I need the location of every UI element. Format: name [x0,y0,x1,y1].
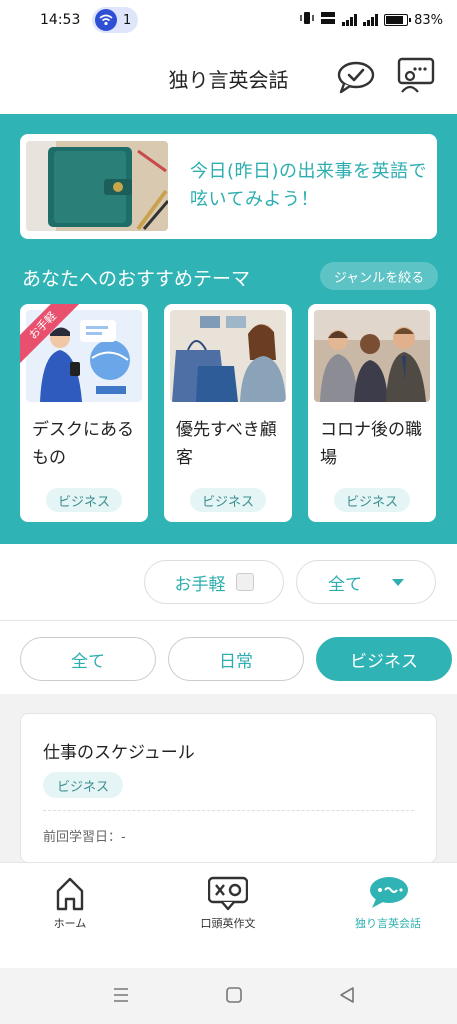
support-chat-icon[interactable] [396,56,438,98]
nav-label: 独り言英会話 [355,917,421,930]
genre-tag: ビジネス [43,772,123,798]
tab-all[interactable]: 全て [20,637,156,681]
divider [0,620,457,621]
signal-icon [363,14,379,26]
nav-label: ホーム [53,917,87,930]
speech-bubble-icon [207,875,249,911]
easy-filter-toggle[interactable]: お手軽 [144,560,284,604]
easy-checkbox[interactable] [235,573,254,591]
signal-4g-icon [342,14,358,26]
chevron-down-icon [392,578,404,586]
theme-card[interactable]: お手軽 デスクにあるもの ビジネス [20,304,148,522]
check-bubble-icon[interactable] [335,56,377,98]
hotspot-count: 1 [123,12,132,28]
battery-percent: 83% [414,12,443,28]
volte-icon [320,11,336,29]
level-dropdown-value: 全て [328,574,362,595]
section-title: あなたへのおすすめテーマ [22,268,251,290]
easy-filter-label: お手軽 [174,574,226,595]
prompt-banner[interactable]: 今日(昨日)の出来事を英語で呟いてみよう！ [20,134,437,239]
notebook-image [26,141,168,231]
tab-business[interactable]: ビジネス [316,637,452,681]
theme-card[interactable]: コロナ後の職場 ビジネス [308,304,436,522]
office-team-photo [314,310,430,402]
hotspot-indicator: 1 [92,7,138,33]
genre-filter-button[interactable]: ジャンルを絞る [320,262,438,290]
genre-tag: ビジネス [46,488,122,512]
tab-daily[interactable]: 日常 [168,637,304,681]
home-icon [50,875,90,911]
status-bar: 14:53 1 83% [0,0,457,40]
genre-tag: ビジネス [190,488,266,512]
wifi-hotspot-icon [95,9,117,31]
nav-oral-composition[interactable]: 口頭英作文 [158,875,298,931]
battery-icon [384,14,412,26]
last-studied: 前回学習日：- [43,830,126,845]
menu-icon[interactable] [112,986,130,1004]
card-title: コロナ後の職場 [320,420,422,468]
status-time: 14:53 [40,12,81,28]
card-title: デスクにあるもの [32,420,134,468]
theme-card[interactable]: 優先すべき顧客 ビジネス [164,304,292,522]
banner-text: 今日(昨日)の出来事を英語で呟いてみよう！ [190,161,428,210]
recommend-section: 今日(昨日)の出来事を英語で呟いてみよう！ あなたへのおすすめテーマ ジャンルを… [0,114,457,544]
nav-label: 口頭英作文 [200,917,256,930]
nav-monologue[interactable]: 独り言英会話 [318,875,457,931]
level-dropdown[interactable]: 全て [296,560,436,604]
nav-home[interactable]: ホーム [0,875,140,931]
list-item-title: 仕事のスケジュール [43,743,195,763]
filter-area: お手軽 全て 全て 日常 ビジネス [0,544,457,694]
list-item[interactable]: 仕事のスケジュール ビジネス 前回学習日：- [20,713,437,863]
page-title: 独り言英会話 [168,68,289,92]
app-header: 独り言英会話 [0,40,457,114]
card-title: 優先すべき顧客 [176,420,277,468]
home-square-icon[interactable] [225,986,243,1004]
bottom-nav: ホーム 口頭英作文 独り言英会話 [0,862,457,968]
divider [43,810,414,811]
system-nav-bar [0,968,457,1024]
genre-tag: ビジネス [334,488,410,512]
vibrate-icon [300,11,314,29]
shopping-photo [170,310,286,402]
chat-bubble-icon [368,875,408,911]
back-icon[interactable] [338,986,356,1004]
